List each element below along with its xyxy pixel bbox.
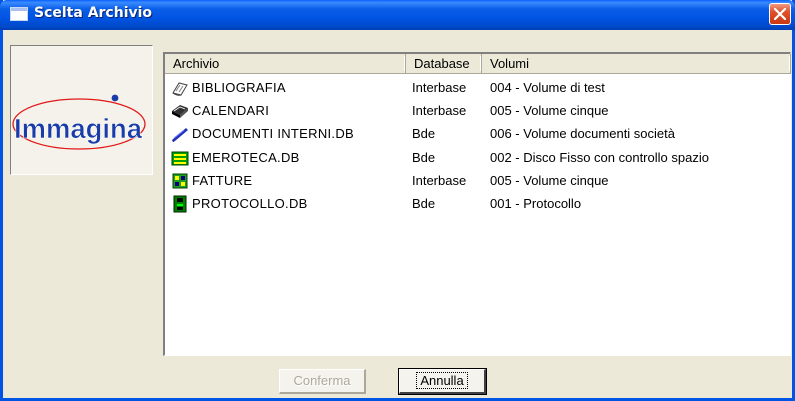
archive-database: Bde [412, 149, 436, 165]
column-header-archivio[interactable]: Archivio [165, 54, 406, 74]
archive-database: Bde [412, 126, 436, 142]
window-icon [10, 7, 28, 21]
archive-name: DOCUMENTI INTERNI.DB [192, 126, 354, 142]
archive-name: FATTURE [192, 172, 253, 188]
archive-volume: 001 - Protocollo [490, 195, 582, 211]
list-item[interactable]: PROTOCOLLO.DB Bde 001 - Protocollo [165, 193, 791, 216]
column-header-volumi[interactable]: Volumi [482, 54, 791, 74]
archive-volume: 005 - Volume cinque [490, 103, 609, 119]
close-icon [774, 8, 786, 20]
archive-list[interactable]: Archivio Database Volumi BIBLIOGRAFIA In… [163, 52, 791, 356]
bibliography-icon [172, 82, 188, 96]
title-bar[interactable]: Scelta Archivio [0, 0, 795, 30]
protocol-icon [173, 195, 187, 213]
calendar-icon [172, 105, 188, 119]
logo-panel: Immagina [10, 45, 153, 175]
list-item[interactable]: DOCUMENTI INTERNI.DB Bde 006 - Volume do… [165, 123, 791, 146]
archive-name: CALENDARI [192, 103, 270, 119]
archive-volume: 002 - Disco Fisso con controllo spazio [490, 149, 709, 165]
list-header: Archivio Database Volumi [165, 54, 791, 74]
close-button[interactable] [769, 3, 791, 25]
column-header-database[interactable]: Database [406, 54, 482, 74]
list-item[interactable]: CALENDARI Interbase 005 - Volume cinque [165, 100, 791, 123]
list-item[interactable]: EMEROTECA.DB Bde 002 - Disco Fisso con c… [165, 147, 791, 170]
archive-volume: 006 - Volume documenti società [490, 126, 675, 142]
immagina-logo: Immagina [12, 94, 146, 150]
archive-name: EMEROTECA.DB [192, 149, 300, 165]
cancel-button-label: Annulla [420, 373, 464, 388]
list-item[interactable]: FATTURE Interbase 005 - Volume cinque [165, 170, 791, 193]
list-rows: BIBLIOGRAFIA Interbase 004 - Volume di t… [165, 77, 791, 216]
archive-name: PROTOCOLLO.DB [192, 195, 308, 211]
archive-name: BIBLIOGRAFIA [192, 80, 286, 95]
archive-database: Interbase [412, 172, 467, 188]
window-title: Scelta Archivio [34, 5, 153, 21]
archive-volume: 005 - Volume cinque [490, 172, 609, 188]
newspaper-icon [171, 151, 189, 166]
confirm-button-label: Conferma [293, 373, 351, 388]
dialog-window: Scelta Archivio Immagina Archivio Databa… [0, 0, 795, 401]
archive-volume: 004 - Volume di test [490, 80, 605, 95]
logo-text: Immagina [14, 113, 142, 144]
invoices-icon [172, 173, 188, 189]
cancel-button[interactable]: Annulla [398, 368, 487, 395]
archive-database: Interbase [412, 103, 467, 119]
confirm-button[interactable]: Conferma [279, 369, 366, 394]
list-item[interactable]: BIBLIOGRAFIA Interbase 004 - Volume di t… [165, 77, 791, 100]
documents-icon [172, 128, 188, 143]
archive-database: Interbase [412, 80, 467, 95]
archive-database: Bde [412, 195, 436, 211]
